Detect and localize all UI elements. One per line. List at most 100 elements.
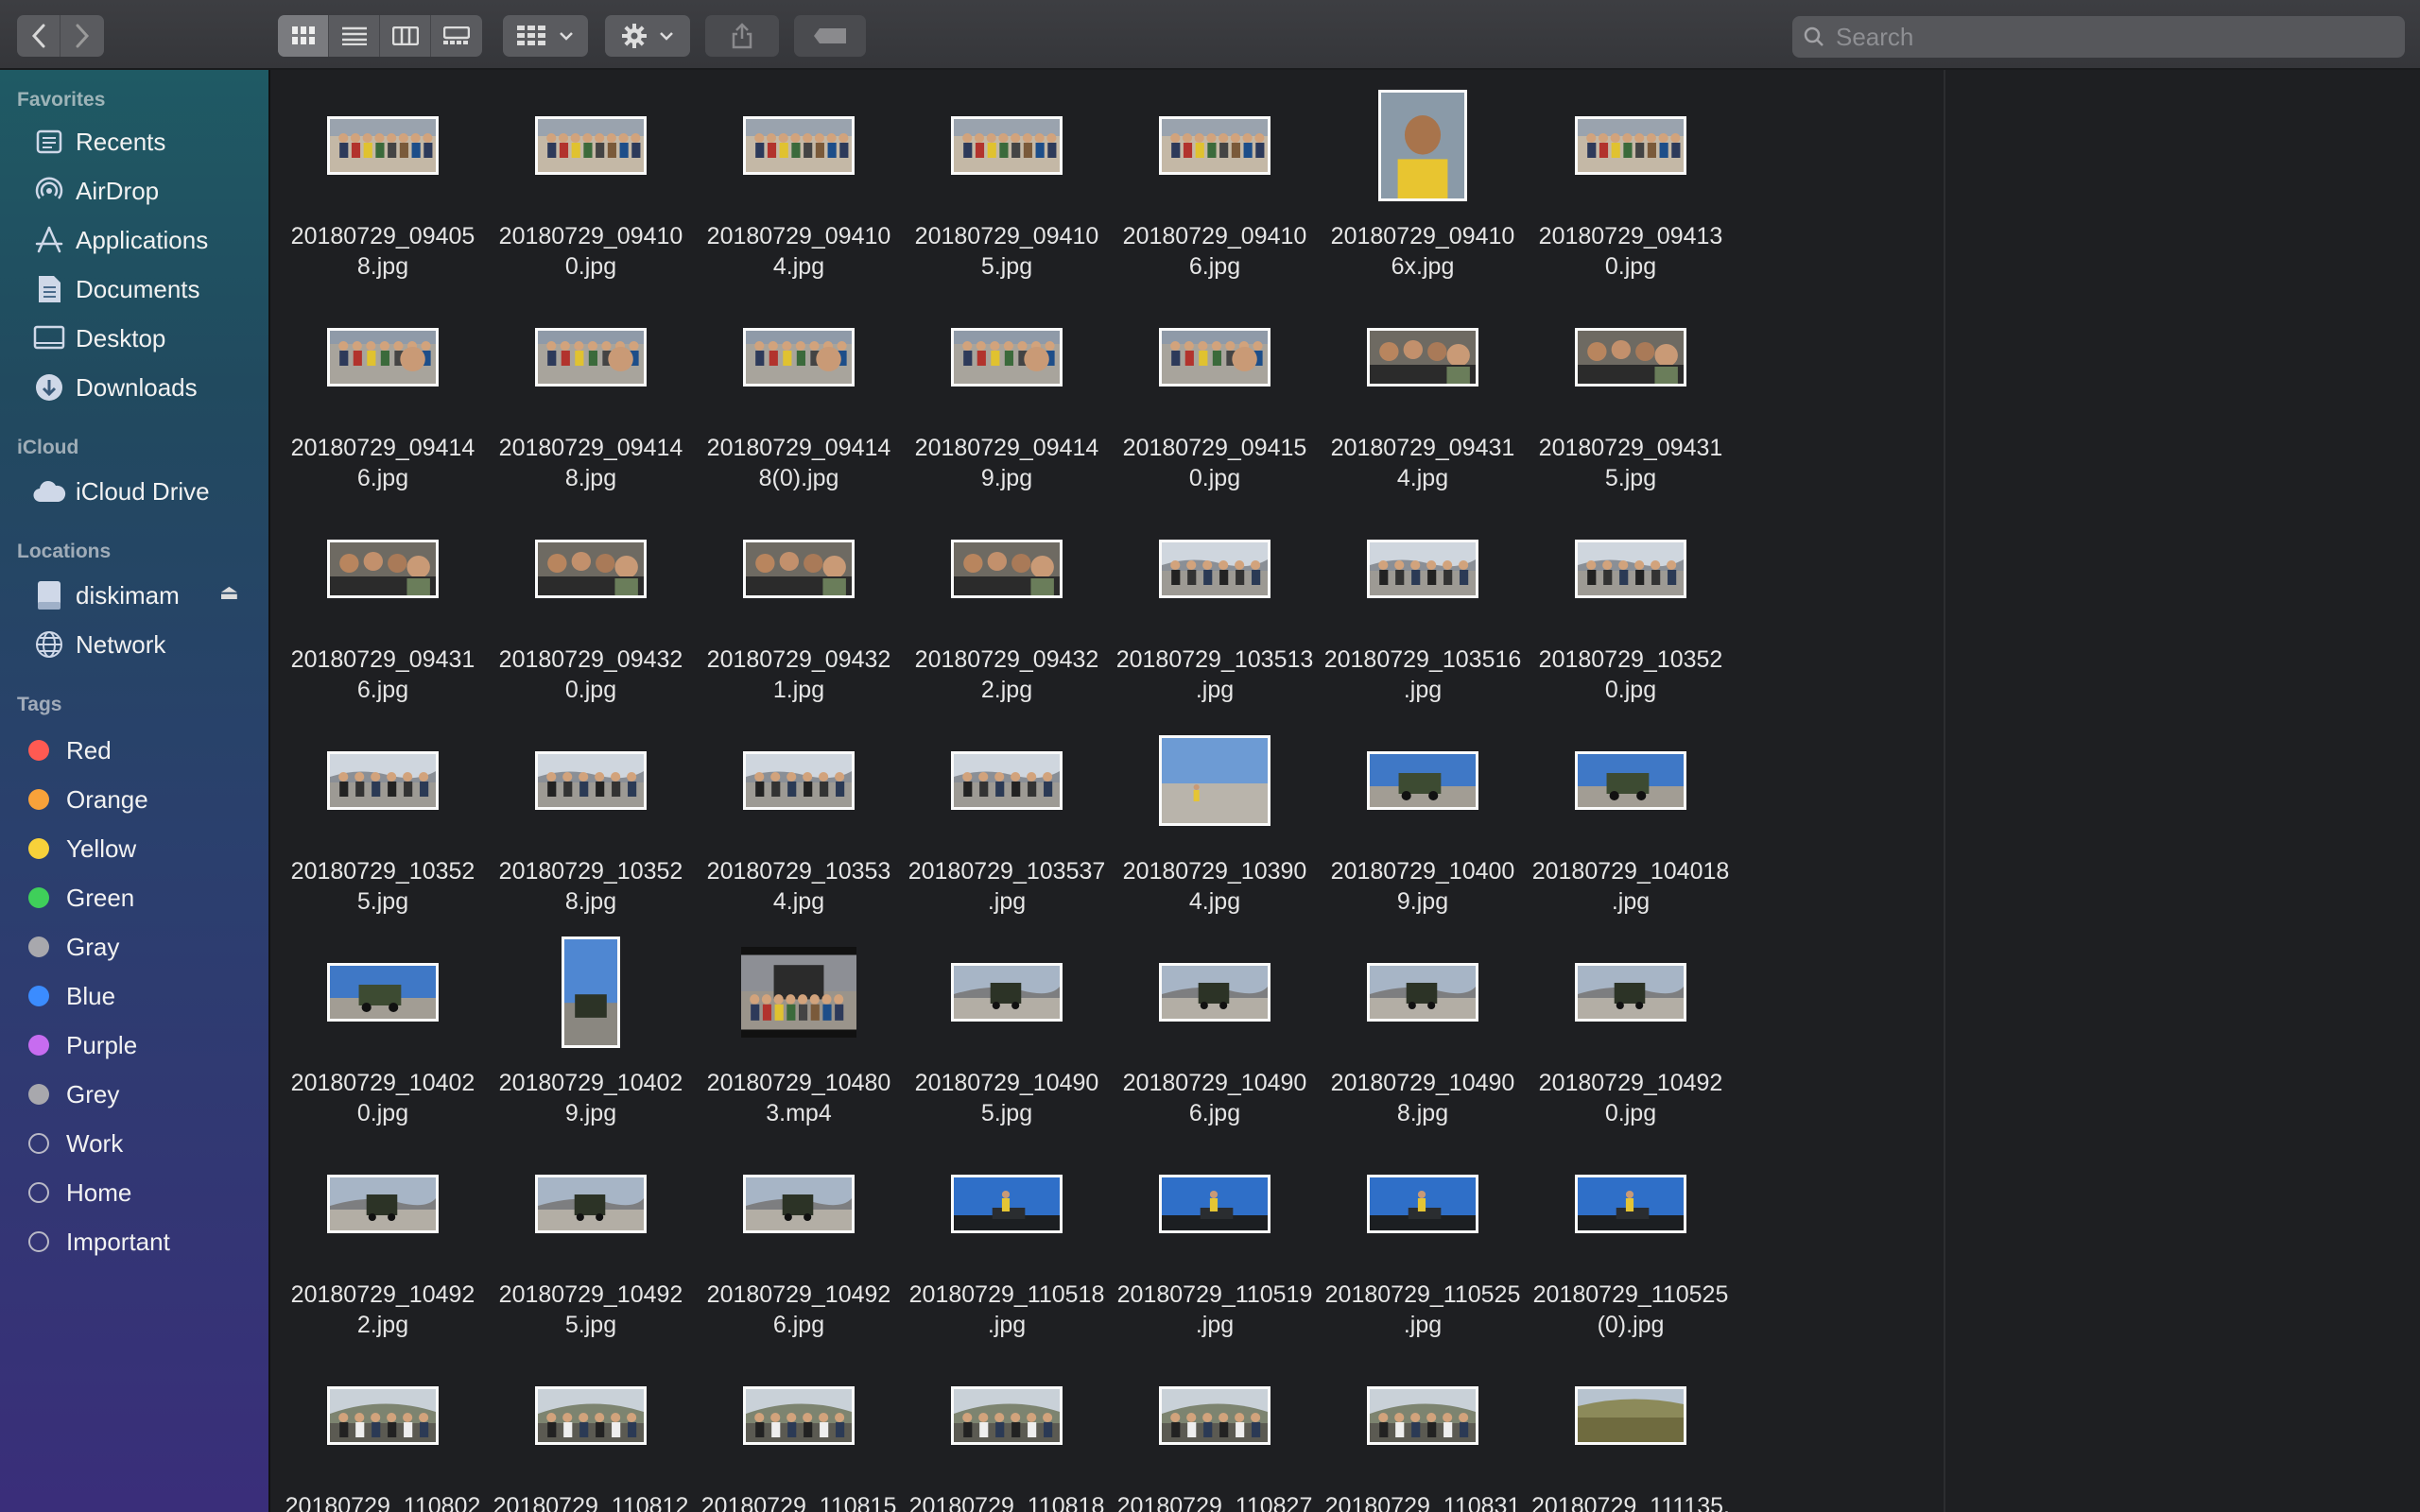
image-file-item[interactable]: 20180729_10490 5.jpg [903,917,1111,1128]
image-file-item[interactable]: 20180729_103513 .jpg [1111,493,1319,705]
sidebar-item-downloads[interactable]: Downloads [30,367,198,408]
image-file-item[interactable]: 20180729_09410 0.jpg [487,70,695,282]
sidebar-tag-blue[interactable]: Blue [19,975,115,1017]
list-view-button[interactable] [329,15,380,57]
sidebar-tag-yellow[interactable]: Yellow [19,828,136,869]
file-thumbnail [743,116,855,175]
file-name-label: 20180729_09410 6.jpg [1122,223,1307,280]
image-file-item[interactable]: 20180729_103537 .jpg [903,705,1111,917]
sidebar-tag-grey[interactable]: Grey [19,1074,119,1115]
image-file-item[interactable]: 20180729_09432 2.jpg [903,493,1111,705]
image-file-item[interactable]: 20180729_10400 9.jpg [1319,705,1527,917]
tags-section-title: Tags [17,694,62,715]
sidebar-tag-green[interactable]: Green [19,877,134,919]
image-file-item[interactable]: 20180729_10352 5.jpg [279,705,487,917]
edit-tags-button[interactable] [794,15,866,57]
search-input[interactable] [1834,21,2367,53]
gallery-view-button[interactable] [431,15,482,57]
forward-button[interactable] [60,15,104,57]
columns-icon [391,26,419,45]
sidebar-item-applications[interactable]: Applications [30,219,208,261]
image-file-item[interactable]: 20180729_10390 4.jpg [1111,705,1319,917]
file-name-label: 20180729_09410 0.jpg [498,223,683,280]
group-by-button[interactable] [503,15,588,57]
image-file-item[interactable]: 20180729_103516 .jpg [1319,493,1527,705]
image-file-item[interactable]: 20180729_10353 4.jpg [695,705,903,917]
icon-view-button[interactable] [278,15,329,57]
sidebar-tag-gray[interactable]: Gray [19,926,119,968]
sidebar-tag-orange[interactable]: Orange [19,779,148,820]
file-name-label: 20180729_111135. [1531,1493,1730,1512]
video-file-item[interactable]: 20180729_10480 3.mp4 [695,917,903,1128]
image-file-item[interactable]: 20180729_09415 0.jpg [1111,282,1319,493]
image-file-item[interactable]: 20180729_104018 .jpg [1527,705,1735,917]
sidebar-item-diskimam[interactable]: diskimam [30,575,180,616]
file-name-label: 20180729_110802 [285,1493,481,1512]
action-menu-button[interactable] [605,15,690,57]
image-file-item[interactable]: 20180729_110519 .jpg [1111,1128,1319,1340]
sidebar-item-desktop[interactable]: Desktop [30,318,165,359]
file-name-label: 20180729_09410 4.jpg [706,223,891,280]
image-file-item[interactable]: 20180729_10402 9.jpg [487,917,695,1128]
file-thumbnail [327,540,439,598]
tag-color-dot [28,887,49,908]
image-file-item[interactable]: 20180729_09410 4.jpg [695,70,903,282]
image-file-item[interactable]: 20180729_09410 6.jpg [1111,70,1319,282]
sidebar-tag-important[interactable]: Important [19,1221,170,1263]
image-file-item[interactable]: 20180729_10492 2.jpg [279,1128,487,1340]
image-file-item[interactable]: 20180729_110818 [903,1340,1111,1512]
sidebar-tag-label: Red [66,735,112,765]
eject-icon[interactable]: ⏏ [219,580,239,605]
sidebar-tag-home[interactable]: Home [19,1172,131,1213]
sidebar-item-network[interactable]: Network [30,624,165,665]
image-file-item[interactable]: 20180729_10492 6.jpg [695,1128,903,1340]
image-file-item[interactable]: 20180729_09431 6.jpg [279,493,487,705]
image-file-item[interactable]: 20180729_09431 4.jpg [1319,282,1527,493]
image-file-item[interactable]: 20180729_10352 0.jpg [1527,493,1735,705]
sidebar-item-airdrop[interactable]: AirDrop [30,170,159,212]
image-file-item[interactable]: 20180729_110815 [695,1340,903,1512]
file-thumbnail [327,963,439,1022]
image-file-item[interactable]: 20180729_09431 5.jpg [1527,282,1735,493]
image-file-item[interactable]: 20180729_110827 [1111,1340,1319,1512]
image-file-item[interactable]: 20180729_09405 8.jpg [279,70,487,282]
image-file-item[interactable]: 20180729_110802 [279,1340,487,1512]
image-file-item[interactable]: 20180729_10492 0.jpg [1527,917,1735,1128]
image-file-item[interactable]: 20180729_110518 .jpg [903,1128,1111,1340]
image-file-item[interactable]: 20180729_09414 8.jpg [487,282,695,493]
search-field[interactable] [1792,16,2405,58]
image-file-item[interactable]: 20180729_10490 6.jpg [1111,917,1319,1128]
image-file-item[interactable]: 20180729_110525 (0).jpg [1527,1128,1735,1340]
sidebar-tag-purple[interactable]: Purple [19,1024,137,1066]
sidebar-tag-label: Orange [66,784,148,814]
share-button[interactable] [705,15,779,57]
sidebar-item-icloud-drive[interactable]: iCloud Drive [30,471,210,512]
column-view-button[interactable] [380,15,431,57]
image-file-item[interactable]: 20180729_111135. [1527,1340,1735,1512]
image-file-item[interactable]: 20180729_110831 [1319,1340,1527,1512]
file-name-label: 20180729_110818 [908,1493,1105,1512]
image-file-item[interactable]: 20180729_10352 8.jpg [487,705,695,917]
file-thumbnail [1575,328,1686,387]
icloud-section-title: iCloud [17,437,79,458]
image-file-item[interactable]: 20180729_09432 1.jpg [695,493,903,705]
sidebar-item-documents[interactable]: Documents [30,268,200,310]
sidebar-tag-work[interactable]: Work [19,1123,123,1164]
file-thumbnail [1367,963,1478,1022]
back-button[interactable] [17,15,60,57]
image-file-item[interactable]: 20180729_110812 [487,1340,695,1512]
file-thumbnail [1575,1386,1686,1445]
sidebar-tag-red[interactable]: Red [19,730,112,771]
image-file-item[interactable]: 20180729_10402 0.jpg [279,917,487,1128]
image-file-item[interactable]: 20180729_110525 .jpg [1319,1128,1527,1340]
image-file-item[interactable]: 20180729_10490 8.jpg [1319,917,1527,1128]
image-file-item[interactable]: 20180729_09414 9.jpg [903,282,1111,493]
image-file-item[interactable]: 20180729_09414 6.jpg [279,282,487,493]
image-file-item[interactable]: 20180729_10492 5.jpg [487,1128,695,1340]
image-file-item[interactable]: 20180729_09432 0.jpg [487,493,695,705]
image-file-item[interactable]: 20180729_09410 5.jpg [903,70,1111,282]
sidebar-item-recents[interactable]: Recents [30,121,165,163]
image-file-item[interactable]: 20180729_09413 0.jpg [1527,70,1735,282]
image-file-item[interactable]: 20180729_09410 6x.jpg [1319,70,1527,282]
image-file-item[interactable]: 20180729_09414 8(0).jpg [695,282,903,493]
